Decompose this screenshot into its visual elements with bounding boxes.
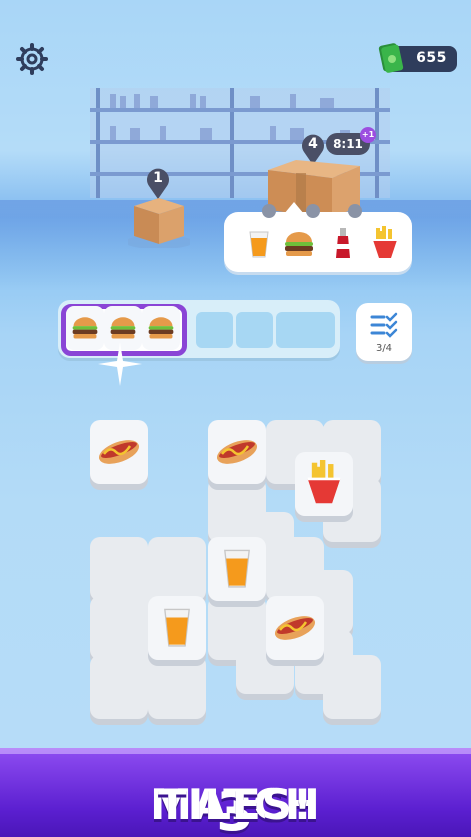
- goals-progress: 3/4: [375, 343, 393, 354]
- game-screen: 655 1 4 8:11 +1 3/4 MATCH 3 TILES!: [0, 0, 471, 837]
- burger-icon: [72, 317, 98, 339]
- tray-slot-empty: [298, 312, 335, 348]
- board-tile: [323, 655, 381, 719]
- promo-banner: MATCH 3 TILES!: [0, 748, 471, 837]
- burger-icon: [110, 317, 136, 339]
- fries-tile[interactable]: [295, 452, 353, 516]
- burger-icon: [285, 232, 313, 256]
- checklist-icon: [370, 312, 398, 338]
- burger-icon: [148, 317, 174, 339]
- settings-gear-icon[interactable]: [16, 43, 48, 75]
- box-2-level: 4: [308, 136, 318, 152]
- sparkle-icon: [98, 342, 142, 386]
- cola-bottle-icon: [336, 228, 350, 258]
- hotdog-icon: [98, 440, 140, 464]
- fries-icon: [373, 226, 397, 258]
- tray-burger-tile: [142, 306, 180, 350]
- money-bill-icon: [378, 43, 404, 73]
- hotdog-tile[interactable]: [208, 420, 266, 484]
- order-bubble: [224, 202, 412, 272]
- juice-tile[interactable]: [208, 537, 266, 601]
- cardboard-box-1[interactable]: [128, 192, 190, 248]
- orange-juice-icon: [249, 231, 269, 258]
- hotdog-tile[interactable]: [266, 596, 324, 660]
- tray-slot-empty: [236, 312, 273, 348]
- check-icon: [348, 204, 362, 218]
- bonus-badge: +1: [360, 127, 376, 143]
- hotdog-tile[interactable]: [90, 420, 148, 484]
- tray-slot-empty: [196, 312, 233, 348]
- fries-icon: [307, 460, 341, 504]
- hotdog-icon: [274, 616, 316, 640]
- orange-juice-icon: [164, 608, 190, 647]
- check-icon: [306, 204, 320, 218]
- goals-button[interactable]: 3/4: [356, 303, 412, 361]
- juice-tile[interactable]: [148, 596, 206, 660]
- board-tile: [148, 655, 206, 719]
- cash-amount: 655: [416, 50, 447, 66]
- check-icon: [262, 204, 276, 218]
- board-tile: [90, 655, 148, 719]
- orange-juice-icon: [224, 549, 250, 588]
- cash-counter[interactable]: 655: [378, 43, 457, 73]
- box-1-level: 1: [153, 170, 163, 186]
- hotdog-icon: [216, 440, 258, 464]
